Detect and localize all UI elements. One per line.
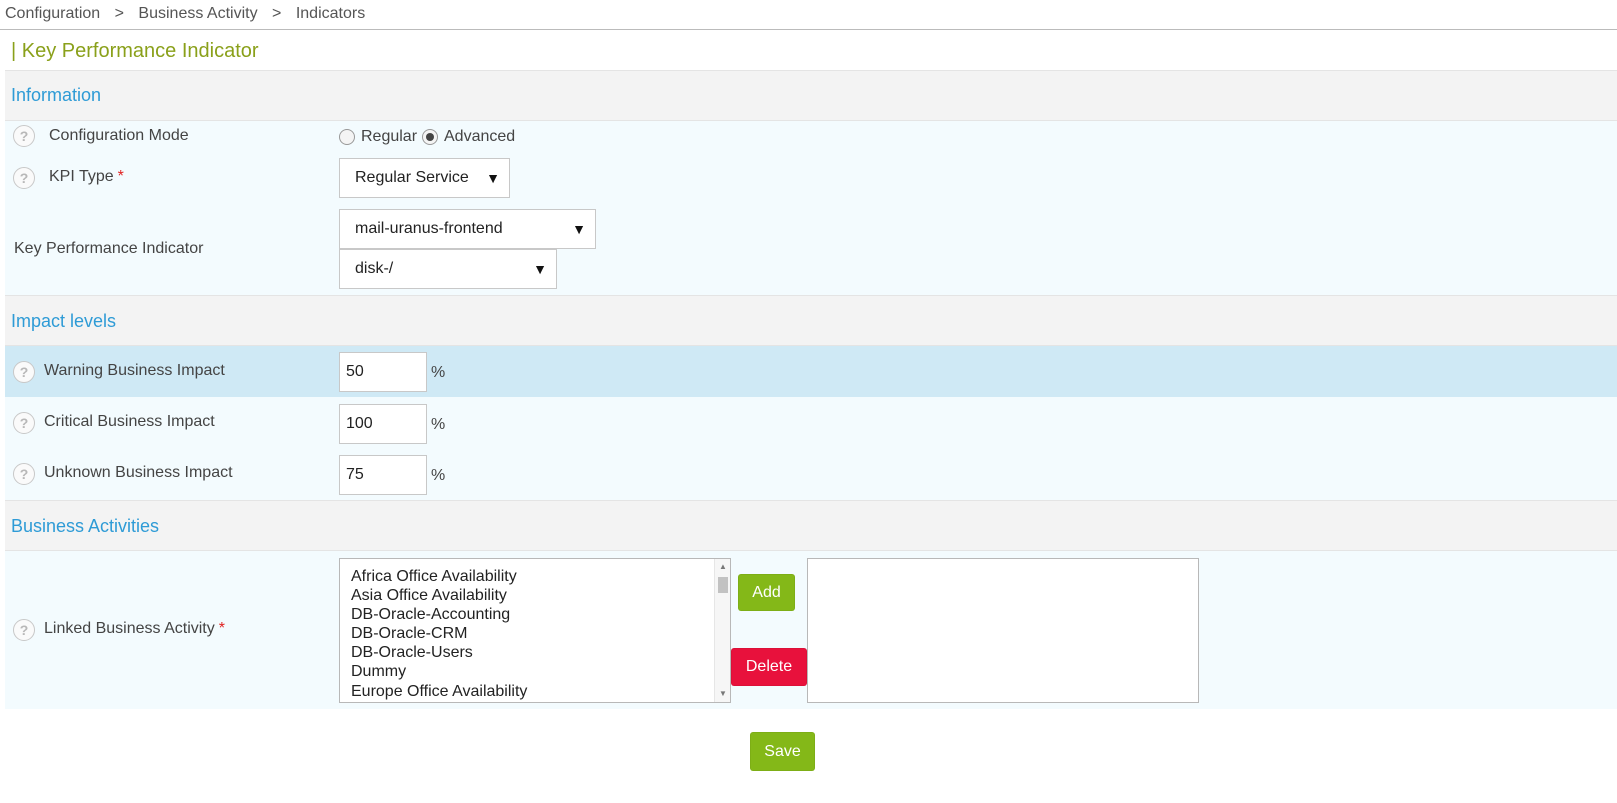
help-icon[interactable]: ?	[13, 412, 35, 434]
list-item[interactable]: Dummy	[351, 663, 406, 681]
row-key-performance-indicator: Key Performance Indicator mail-uranus-fr…	[5, 204, 1617, 295]
percent-unit: %	[431, 467, 446, 484]
breadcrumb-configuration[interactable]: Configuration	[5, 5, 100, 22]
breadcrumb-indicators[interactable]: Indicators	[296, 5, 365, 22]
warning-impact-label: Warning Business Impact	[44, 362, 225, 379]
section-title-business-activities: Business Activities	[11, 516, 160, 536]
breadcrumb: Configuration > Business Activity > Indi…	[5, 5, 365, 29]
breadcrumb-separator: >	[272, 5, 282, 22]
dropdown-arrow-icon: ▼	[486, 170, 500, 186]
section-business-activities: Business Activities	[5, 500, 1617, 551]
listbox-scrollbar[interactable]: ▲ ▼	[714, 559, 730, 702]
list-item[interactable]: Asia Office Availability	[351, 587, 507, 605]
row-linked-business-activity: ? Linked Business Activity * Africa Offic…	[5, 551, 1617, 709]
section-title-information: Information	[11, 85, 102, 105]
add-button[interactable]: Add	[738, 574, 795, 611]
save-button[interactable]: Save	[750, 732, 815, 771]
kpi-label: Key Performance Indicator	[14, 240, 204, 257]
scroll-up-arrow-icon[interactable]: ▲	[715, 561, 730, 573]
list-item[interactable]: Africa Office Availability	[351, 568, 517, 586]
warning-impact-input[interactable]: 50	[339, 352, 427, 392]
configuration-mode-label: Configuration Mode	[49, 127, 189, 144]
kpi-type-value: Regular Service	[355, 169, 469, 186]
kpi-type-label: KPI Type *	[49, 168, 124, 186]
section-impact-levels: Impact levels	[5, 295, 1617, 346]
row-unknown-impact: ? Unknown Business Impact 75 %	[5, 449, 1617, 500]
scroll-thumb[interactable]	[718, 577, 728, 593]
help-icon[interactable]: ?	[13, 125, 35, 147]
linked-ba-label-text: Linked Business Activity	[44, 620, 215, 637]
breadcrumb-business-activity[interactable]: Business Activity	[138, 5, 257, 22]
percent-unit: %	[431, 364, 446, 381]
breadcrumb-separator: >	[114, 5, 124, 22]
available-ba-listbox[interactable]: Africa Office Availability Asia Office A…	[339, 558, 731, 703]
required-asterisk: *	[218, 620, 225, 637]
row-warning-impact: ? Warning Business Impact 50 %	[5, 346, 1617, 397]
help-icon[interactable]: ?	[13, 619, 35, 641]
linked-ba-label: Linked Business Activity *	[44, 620, 225, 638]
delete-button[interactable]: Delete	[731, 648, 807, 686]
critical-impact-input[interactable]: 100	[339, 404, 427, 444]
radio-advanced[interactable]	[422, 129, 438, 145]
unknown-impact-input[interactable]: 75	[339, 455, 427, 495]
percent-unit: %	[431, 416, 446, 433]
radio-regular-label[interactable]: Regular	[361, 128, 417, 146]
radio-regular[interactable]	[339, 129, 355, 145]
dropdown-arrow-icon: ▼	[533, 261, 547, 277]
help-icon[interactable]: ?	[13, 167, 35, 189]
kpi-service-value: disk-/	[355, 260, 394, 277]
kpi-host-select[interactable]: mail-uranus-frontend ▼	[339, 209, 596, 249]
kpi-service-select[interactable]: disk-/ ▼	[339, 249, 557, 289]
page-title: | Key Performance Indicator	[11, 40, 259, 62]
unknown-impact-label: Unknown Business Impact	[44, 464, 233, 481]
critical-impact-label: Critical Business Impact	[44, 413, 215, 430]
selected-ba-listbox[interactable]	[807, 558, 1199, 703]
scroll-down-arrow-icon[interactable]: ▼	[715, 688, 730, 700]
dropdown-arrow-icon: ▼	[572, 221, 586, 237]
list-item[interactable]: DB-Oracle-CRM	[351, 625, 467, 643]
kpi-type-select[interactable]: Regular Service ▼	[339, 158, 510, 198]
list-item[interactable]: Europe Office Availability	[351, 683, 527, 701]
kpi-host-value: mail-uranus-frontend	[355, 220, 503, 237]
help-icon[interactable]: ?	[13, 361, 35, 383]
section-title-impact-levels: Impact levels	[11, 311, 117, 331]
breadcrumb-divider	[0, 29, 1617, 30]
row-configuration-mode: ? Configuration Mode Regular Advanced	[5, 121, 1617, 153]
row-critical-impact: ? Critical Business Impact 100 %	[5, 397, 1617, 449]
section-information: Information	[5, 70, 1617, 121]
kpi-type-label-text: KPI Type	[49, 168, 114, 185]
required-asterisk: *	[117, 168, 124, 185]
help-icon[interactable]: ?	[13, 463, 35, 485]
radio-advanced-label[interactable]: Advanced	[444, 128, 515, 146]
list-item[interactable]: DB-Oracle-Users	[351, 644, 473, 662]
list-item[interactable]: DB-Oracle-Accounting	[351, 606, 510, 624]
row-kpi-type: ? KPI Type * Regular Service ▼	[5, 153, 1617, 204]
